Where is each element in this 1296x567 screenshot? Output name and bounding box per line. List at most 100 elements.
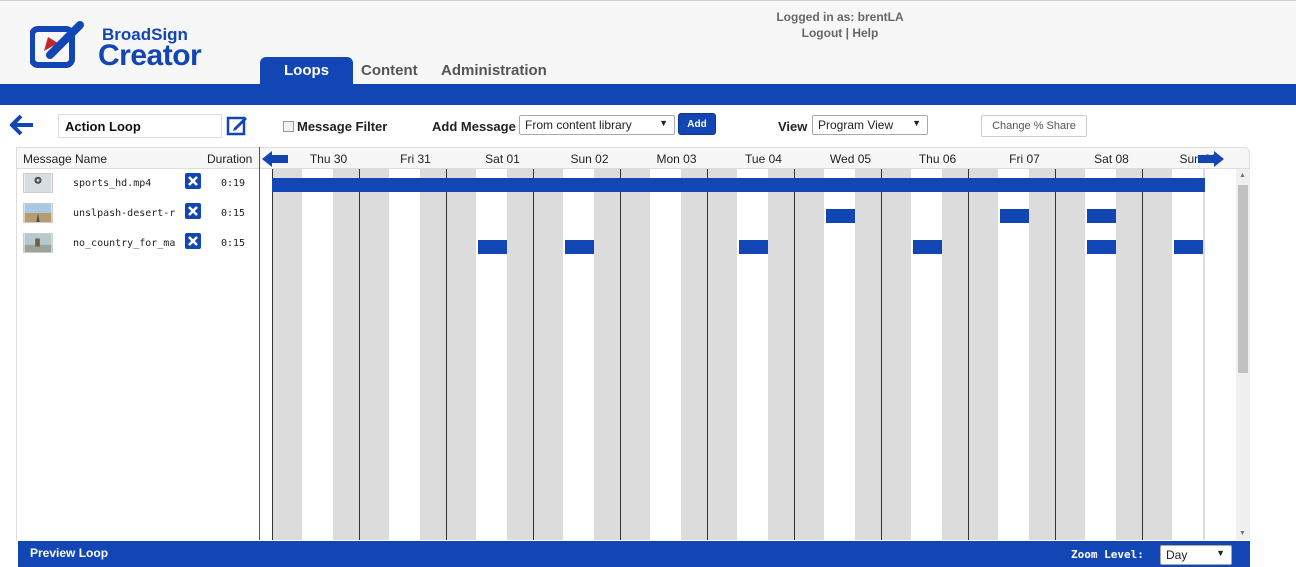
preview-footer: Preview Loop Zoom Level: Day ▼ bbox=[18, 541, 1250, 567]
schedule-bar[interactable] bbox=[478, 240, 507, 254]
message-name: unslpash-desert-road bbox=[73, 208, 175, 219]
message-filter-label: Message Filter bbox=[297, 119, 388, 134]
arrow-left-icon[interactable] bbox=[10, 114, 34, 136]
timeline-header: Thu 30 Fri 31 Sat 01 Sun 02 Mon 03 Tue 0… bbox=[260, 147, 1250, 169]
day-boundary-line bbox=[533, 169, 534, 540]
schedule-bar[interactable] bbox=[826, 209, 855, 223]
schedule-bar[interactable] bbox=[1174, 240, 1203, 254]
schedule-bar[interactable] bbox=[739, 240, 768, 254]
view-value: Program View bbox=[818, 118, 894, 132]
vertical-scrollbar[interactable]: ▲ ▼ bbox=[1236, 169, 1250, 540]
remove-icon[interactable] bbox=[185, 173, 201, 189]
night-stripe bbox=[272, 169, 302, 540]
message-list: Message Name Duration sports_hd.mp4 0:19… bbox=[16, 147, 260, 540]
tab-administration[interactable]: Administration bbox=[441, 57, 547, 85]
day-label: Wed 05 bbox=[829, 152, 872, 166]
program-timeline: Thu 30 Fri 31 Sat 01 Sun 02 Mon 03 Tue 0… bbox=[260, 147, 1250, 540]
user-links: Logout | Help bbox=[760, 25, 920, 41]
column-name: Name bbox=[75, 152, 108, 166]
message-filter-checkbox[interactable] bbox=[283, 121, 294, 132]
change-share-button[interactable]: Change % Share bbox=[981, 115, 1087, 137]
off-hours-stripe bbox=[768, 169, 794, 540]
remove-icon[interactable] bbox=[185, 233, 201, 249]
add-message-source-select[interactable]: From content library ▼ bbox=[519, 115, 675, 135]
broadsign-logo[interactable]: BroadSign Creator bbox=[30, 15, 210, 75]
day-boundary-line bbox=[1142, 169, 1143, 540]
day-label: Thu 06 bbox=[918, 152, 957, 166]
video-thumbnail bbox=[23, 173, 53, 193]
day-boundary-line bbox=[620, 169, 621, 540]
caret-down-icon: ▼ bbox=[1216, 548, 1225, 558]
list-item[interactable]: no_country_for_ma 0:15 bbox=[17, 231, 260, 261]
timeline-grid[interactable] bbox=[260, 169, 1250, 540]
caret-down-icon: ▼ bbox=[659, 118, 668, 128]
message-duration: 0:19 bbox=[221, 178, 246, 189]
off-hours-stripe bbox=[1116, 169, 1142, 540]
off-hours-stripe bbox=[333, 169, 359, 540]
arrow-right-icon[interactable] bbox=[1198, 151, 1224, 167]
preview-loop-button[interactable]: Preview Loop bbox=[30, 546, 108, 560]
schedule-bar[interactable] bbox=[1087, 209, 1116, 223]
day-label: Mon 03 bbox=[656, 152, 697, 166]
zoom-level-value: Day bbox=[1166, 548, 1188, 562]
image-thumbnail bbox=[23, 233, 53, 253]
edit-icon[interactable] bbox=[226, 114, 248, 136]
off-hours-stripe bbox=[507, 169, 533, 540]
link-separator: | bbox=[845, 26, 849, 40]
message-filter[interactable]: Message Filter bbox=[283, 119, 387, 134]
add-button[interactable]: Add bbox=[678, 113, 716, 135]
remove-icon[interactable] bbox=[185, 203, 201, 219]
day-label: Sat 01 bbox=[485, 152, 520, 166]
day-label: Fri 31 bbox=[400, 152, 431, 166]
off-hours-stripe bbox=[855, 169, 881, 540]
column-duration: Duration bbox=[207, 152, 253, 166]
off-hours-stripe bbox=[1029, 169, 1055, 540]
add-message-label: Add Message bbox=[432, 119, 516, 134]
tab-loops[interactable]: Loops bbox=[260, 57, 353, 85]
zoom-level-label: Zoom Level: bbox=[1071, 548, 1144, 561]
message-duration: 0:15 bbox=[221, 238, 246, 249]
broadsign-logo-icon bbox=[30, 21, 84, 68]
day-boundary-line bbox=[794, 169, 795, 540]
schedule-bar[interactable] bbox=[272, 178, 1205, 192]
column-message: Message bbox=[23, 152, 72, 166]
day-boundary-line bbox=[968, 169, 969, 540]
logout-link[interactable]: Logout bbox=[802, 26, 843, 40]
add-message-source-value: From content library bbox=[525, 118, 632, 132]
caret-down-icon: ▼ bbox=[912, 118, 921, 128]
brand-main-text: Creator bbox=[98, 39, 202, 72]
message-list-header: Message Name Duration bbox=[17, 147, 260, 169]
day-label: Tue 04 bbox=[745, 152, 782, 166]
off-hours-stripe bbox=[681, 169, 707, 540]
off-hours-stripe bbox=[594, 169, 620, 540]
scrollbar-thumb[interactable] bbox=[1238, 185, 1248, 373]
day-boundary-line bbox=[707, 169, 708, 540]
schedule-bar[interactable] bbox=[565, 240, 594, 254]
user-box: Logged in as: brentLA Logout | Help bbox=[760, 9, 920, 41]
list-item[interactable]: sports_hd.mp4 0:19 bbox=[17, 171, 260, 201]
off-hours-stripe bbox=[942, 169, 968, 540]
image-thumbnail bbox=[23, 203, 53, 223]
day-boundary-line bbox=[272, 169, 273, 540]
message-name: sports_hd.mp4 bbox=[73, 178, 152, 189]
day-boundary-line bbox=[1055, 169, 1056, 540]
view-label: View bbox=[778, 119, 808, 134]
message-name: no_country_for_ma bbox=[73, 238, 175, 249]
schedule-bar[interactable] bbox=[1087, 240, 1116, 254]
list-item[interactable]: unslpash-desert-road 0:15 bbox=[17, 201, 260, 231]
scroll-up-icon[interactable]: ▲ bbox=[1239, 172, 1246, 179]
app-header: BroadSign Creator Logged in as: brentLA … bbox=[0, 0, 1296, 85]
tab-content[interactable]: Content bbox=[361, 57, 418, 85]
loop-name-input[interactable]: Action Loop bbox=[58, 114, 222, 138]
scroll-down-icon[interactable]: ▼ bbox=[1239, 530, 1246, 537]
zoom-level-select[interactable]: Day ▼ bbox=[1160, 545, 1232, 565]
schedule-bar[interactable] bbox=[913, 240, 942, 254]
header-bar bbox=[0, 84, 1296, 105]
off-hours-stripe bbox=[1203, 169, 1205, 540]
message-duration: 0:15 bbox=[221, 208, 246, 219]
help-link[interactable]: Help bbox=[852, 26, 878, 40]
logged-in-text: Logged in as: brentLA bbox=[776, 10, 904, 24]
view-select[interactable]: Program View ▼ bbox=[812, 115, 928, 135]
day-boundary-line bbox=[359, 169, 360, 540]
schedule-bar[interactable] bbox=[1000, 209, 1029, 223]
